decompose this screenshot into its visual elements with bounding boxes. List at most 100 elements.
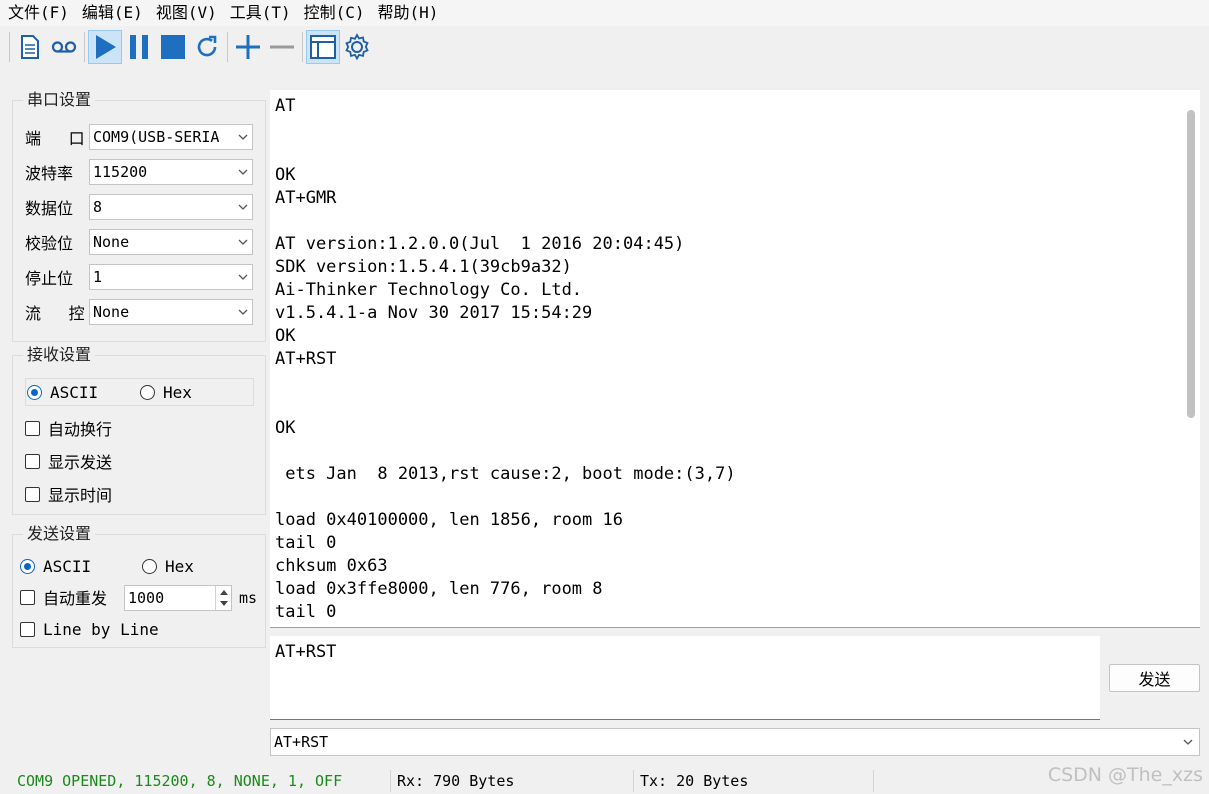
checkbox-icon (20, 622, 35, 637)
stepper-arrows[interactable] (215, 586, 231, 610)
checkbox-icon (20, 589, 35, 605)
receive-ascii-label: ASCII (50, 383, 99, 402)
new-file-icon (21, 35, 39, 59)
baud-label: 波特率 (25, 164, 74, 183)
status-tx: Tx: 20 Bytes (634, 770, 874, 792)
toolbar-separator (227, 32, 228, 62)
send-ascii-label: ASCII (43, 557, 92, 576)
parity-row: 校验位 None (13, 228, 253, 256)
send-button[interactable]: 发送 (1109, 664, 1200, 692)
window-icon (310, 35, 336, 59)
stop-button[interactable] (156, 30, 190, 64)
chevron-down-icon (238, 169, 248, 175)
menu-control[interactable]: 控制(C) (300, 0, 374, 26)
send-settings-title: 发送设置 (23, 524, 96, 544)
show-send-checkbox[interactable]: 显示发送 (25, 449, 112, 473)
chevron-down-icon (238, 134, 248, 140)
radio-unchecked-icon (140, 385, 155, 400)
toolbar-separator (9, 32, 10, 62)
send-ascii-radio[interactable]: ASCII (20, 557, 91, 576)
chevron-down-icon (1183, 739, 1193, 745)
send-history-select[interactable]: AT+RST (270, 728, 1200, 756)
stepper-up-icon[interactable] (216, 586, 231, 598)
stepper-down-icon[interactable] (216, 598, 231, 610)
databits-row: 数据位 8 (13, 193, 253, 221)
menu-tools[interactable]: 工具(T) (226, 0, 300, 26)
stopbits-select[interactable]: 1 (89, 264, 253, 290)
menu-help[interactable]: 帮助(H) (374, 0, 448, 26)
plus-icon (236, 35, 260, 59)
receive-textarea[interactable]: AT OK AT+GMR AT version:1.2.0.0(Jul 1 20… (270, 90, 1200, 628)
scroll-thumb[interactable] (1187, 110, 1195, 418)
menu-edit[interactable]: 编辑(E) (78, 0, 152, 26)
port-value: COM9(USB-SERIA (93, 128, 220, 146)
checkbox-icon (25, 420, 40, 436)
interval-unit-label: ms (239, 589, 258, 607)
receive-scrollbar[interactable] (1183, 90, 1200, 627)
port-select[interactable]: COM9(USB-SERIA (89, 124, 253, 150)
show-time-checkbox[interactable]: 显示时间 (25, 482, 112, 506)
toolbar-separator (84, 32, 85, 62)
pause-button[interactable] (122, 30, 156, 64)
radio-checked-icon (27, 385, 42, 400)
baud-value: 115200 (93, 163, 148, 181)
databits-value: 8 (93, 198, 103, 216)
menu-view[interactable]: 视图(V) (152, 0, 226, 26)
status-bar: COM9 OPENED, 115200, 8, NONE, 1, OFF Rx:… (0, 768, 1209, 794)
record-button[interactable] (47, 30, 81, 64)
toolbar-separator (302, 32, 303, 62)
parity-label: 校验位 (25, 234, 74, 253)
menu-bar: 文件(F) 编辑(E) 视图(V) 工具(T) 控制(C) 帮助(H) (0, 0, 1209, 26)
flow-value: None (93, 303, 130, 321)
flow-row: 流 控 None (13, 298, 253, 326)
line-by-line-checkbox[interactable]: Line by Line (20, 620, 159, 639)
checkbox-icon (25, 486, 40, 502)
resend-interval-stepper[interactable]: 1000 (124, 585, 232, 611)
port-label: 端 口 (25, 129, 85, 148)
remove-button[interactable] (265, 30, 299, 64)
window-button[interactable] (306, 30, 340, 64)
minus-icon (270, 45, 294, 49)
parity-select[interactable]: None (89, 229, 253, 255)
send-history-value: AT+RST (274, 733, 329, 751)
chevron-down-icon (238, 239, 248, 245)
pause-icon (130, 35, 148, 59)
status-port: COM9 OPENED, 115200, 8, NONE, 1, OFF (11, 770, 391, 792)
status-rx: Rx: 790 Bytes (391, 770, 634, 792)
databits-select[interactable]: 8 (89, 194, 253, 220)
radio-checked-icon (20, 559, 35, 574)
chevron-down-icon (238, 204, 248, 210)
receive-settings-title: 接收设置 (23, 345, 96, 365)
settings-button[interactable] (340, 30, 374, 64)
serial-settings-title: 串口设置 (23, 90, 96, 110)
stopbits-label: 停止位 (25, 269, 74, 288)
auto-wrap-label: 自动换行 (48, 420, 113, 439)
baud-select[interactable]: 115200 (89, 159, 253, 185)
line-by-line-label: Line by Line (43, 620, 159, 639)
new-file-button[interactable] (13, 30, 47, 64)
show-time-label: 显示时间 (48, 486, 113, 505)
receive-ascii-radio[interactable]: ASCII (27, 383, 98, 402)
resend-interval-value: 1000 (128, 589, 165, 607)
gear-icon (345, 33, 369, 61)
port-row: 端 口 COM9(USB-SERIA (13, 123, 253, 151)
parity-value: None (93, 233, 130, 251)
menu-file[interactable]: 文件(F) (4, 0, 78, 26)
send-hex-radio[interactable]: Hex (142, 557, 194, 576)
databits-label: 数据位 (25, 199, 74, 218)
auto-resend-checkbox[interactable]: 自动重发 (20, 585, 107, 609)
play-button[interactable] (88, 30, 122, 64)
flow-select[interactable]: None (89, 299, 253, 325)
checkbox-icon (25, 453, 40, 469)
stopbits-row: 停止位 1 (13, 263, 253, 291)
auto-wrap-checkbox[interactable]: 自动换行 (25, 416, 112, 440)
baud-row: 波特率 115200 (13, 158, 253, 186)
add-button[interactable] (231, 30, 265, 64)
receive-hex-label: Hex (163, 383, 192, 402)
send-textarea[interactable]: AT+RST (270, 636, 1100, 720)
send-hex-label: Hex (165, 557, 194, 576)
record-icon (51, 41, 77, 53)
flow-label: 流 控 (25, 304, 85, 323)
receive-hex-radio[interactable]: Hex (140, 383, 192, 402)
refresh-button[interactable] (190, 30, 224, 64)
